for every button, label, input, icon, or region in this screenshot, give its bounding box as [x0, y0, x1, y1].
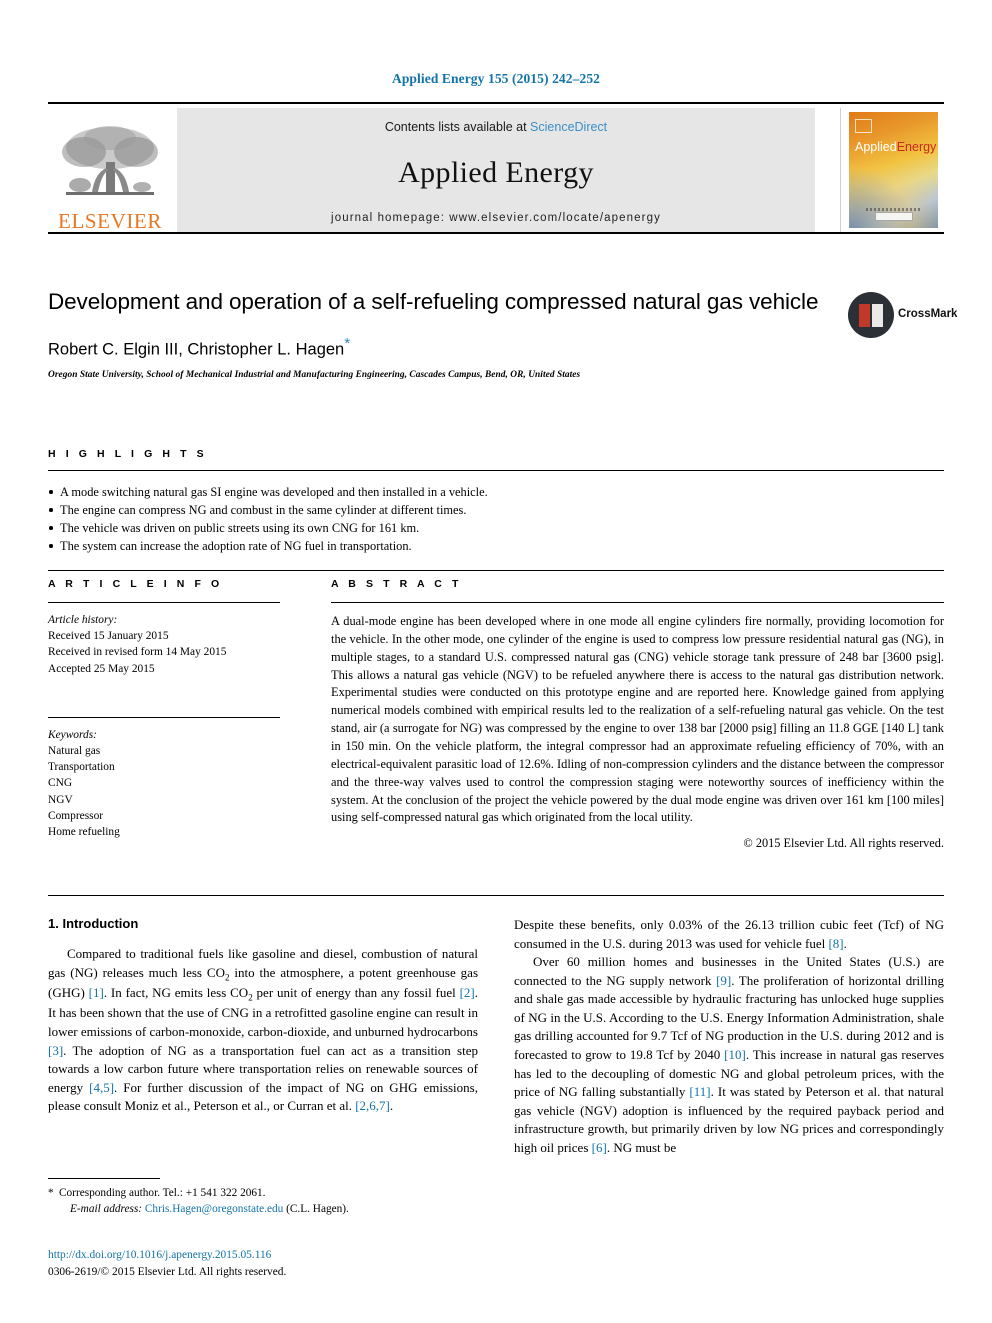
intro-paragraph-3: Over 60 million homes and businesses in …: [514, 954, 945, 1155]
highlights-section: H I G H L I G H T S A mode switching nat…: [48, 448, 944, 555]
citation-link[interactable]: [3]: [48, 1043, 63, 1058]
journal-article-page: Applied Energy 155 (2015) 242–252 ELSEVI…: [0, 0, 992, 1323]
citation-link[interactable]: [6]: [592, 1140, 607, 1155]
band-divider: [48, 570, 944, 571]
body-divider: [48, 895, 944, 896]
list-item: The vehicle was driven on public streets…: [48, 519, 944, 537]
email-suffix: (C.L. Hagen).: [286, 1203, 349, 1216]
citation-link[interactable]: [10]: [724, 1047, 746, 1062]
keyword-item: CNG: [48, 777, 73, 790]
keywords-label: Keywords:: [48, 728, 97, 741]
contents-prefix: Contents lists available at: [384, 120, 531, 134]
running-head: Applied Energy 155 (2015) 242–252: [391, 71, 601, 86]
list-item: The engine can compress NG and combust i…: [48, 501, 944, 519]
highlights-heading: H I G H L I G H T S: [48, 448, 208, 460]
citation-link[interactable]: [1]: [89, 985, 104, 1000]
article-history: Article history: Received 15 January 201…: [48, 612, 280, 677]
keyword-item: Compressor: [48, 809, 104, 822]
affiliation: Oregon State University, School of Mecha…: [48, 370, 581, 381]
keyword-item: Transportation: [48, 761, 115, 774]
list-item: A mode switching natural gas SI engine w…: [48, 483, 944, 501]
abstract-column: A B S T R A C T A dual-mode engine has b…: [331, 578, 944, 851]
keyword-item: Home refueling: [48, 825, 120, 838]
history-accepted: Accepted 25 May 2015: [48, 662, 155, 675]
email-link[interactable]: Chris.Hagen@oregonstate.edu: [145, 1203, 283, 1215]
body-column-right: Despite these benefits, only 0.03% of th…: [514, 916, 944, 1158]
intro-paragraph-1: Compared to traditional fuels like gasol…: [48, 946, 479, 1114]
elsevier-wordmark: ELSEVIER: [58, 209, 162, 233]
abstract-heading: A B S T R A C T: [331, 578, 462, 590]
issn-copyright-line: 0306-2619/© 2015 Elsevier Ltd. All right…: [48, 1265, 287, 1278]
article-info-column: A R T I C L E I N F O Article history: R…: [48, 578, 280, 840]
article-info-heading: A R T I C L E I N F O: [48, 578, 223, 590]
abstract-copyright: © 2015 Elsevier Ltd. All rights reserved…: [743, 836, 944, 851]
doi-block: http://dx.doi.org/10.1016/j.apenergy.201…: [48, 1247, 478, 1280]
author-names: Robert C. Elgin III, Christopher L. Hage…: [48, 340, 345, 359]
article-history-label: Article history:: [48, 614, 118, 626]
doi-link[interactable]: http://dx.doi.org/10.1016/j.apenergy.201…: [48, 1247, 478, 1264]
sciencedirect-link[interactable]: ScienceDirect: [530, 120, 607, 134]
citation-link[interactable]: [11]: [689, 1084, 710, 1099]
section-heading-introduction: 1. Introduction: [48, 916, 139, 931]
cover-title-applied: Applied: [855, 140, 897, 154]
footnote-star-marker: *: [48, 1187, 54, 1199]
author-list: Robert C. Elgin III, Christopher L. Hage…: [48, 335, 838, 360]
masthead-center: Contents lists available at ScienceDirec…: [177, 108, 815, 232]
keyword-item: NGV: [48, 793, 73, 806]
cover-elsevier-mark-icon: [855, 119, 872, 133]
citation-link[interactable]: [9]: [716, 973, 731, 988]
citation-link[interactable]: [4,5]: [89, 1080, 114, 1095]
list-item: The system can increase the adoption rat…: [48, 537, 944, 555]
contents-available-line: Contents lists available at ScienceDirec…: [177, 120, 815, 134]
history-received: Received 15 January 2015: [48, 630, 169, 643]
abstract-text: A dual-mode engine has been developed wh…: [331, 614, 944, 825]
citation-link[interactable]: [2]: [460, 985, 475, 1000]
highlights-list: A mode switching natural gas SI engine w…: [48, 471, 944, 555]
crossmark-icon: [848, 292, 894, 338]
email-note: E-mail address: Chris.Hagen@oregonstate.…: [48, 1201, 478, 1217]
intro-paragraph-2: Despite these benefits, only 0.03% of th…: [514, 917, 944, 951]
corresponding-author-note: * Corresponding author. Tel.: +1 541 322 …: [48, 1185, 478, 1201]
journal-masthead: ELSEVIER Contents lists available at Sci…: [48, 102, 944, 234]
citation-link[interactable]: [8]: [828, 936, 843, 951]
crossmark-label: CrossMark: [898, 308, 958, 320]
corresponding-author-text: Corresponding author. Tel.: +1 541 322 2…: [59, 1187, 266, 1199]
footnote-block: * Corresponding author. Tel.: +1 541 322 …: [48, 1178, 478, 1217]
elsevier-logo: ELSEVIER: [48, 108, 172, 232]
cover-title: AppliedEnergy: [855, 140, 936, 154]
history-revised: Received in revised form 14 May 2015: [48, 646, 227, 659]
cover-title-energy: Energy: [896, 140, 937, 154]
keyword-item: Natural gas: [48, 744, 101, 757]
journal-title: Applied Energy: [398, 156, 594, 189]
citation-link[interactable]: [2,6,7]: [355, 1098, 390, 1113]
page-title: Development and operation of a self-refu…: [48, 289, 819, 314]
title-block: Development and operation of a self-refu…: [48, 288, 838, 380]
journal-cover-thumbnail: AppliedEnergy: [840, 108, 944, 232]
elsevier-tree-icon: [62, 126, 158, 195]
corresponding-author-marker: *: [344, 334, 351, 352]
journal-homepage-link[interactable]: journal homepage: www.elsevier.com/locat…: [177, 212, 815, 224]
crossmark-badge[interactable]: CrossMark: [848, 292, 957, 342]
email-label: E-mail address:: [70, 1203, 143, 1216]
body-column-left: 1. Introduction Compared to traditional …: [48, 916, 478, 1116]
keywords-block: Keywords: Natural gas Transportation CNG…: [48, 716, 280, 840]
